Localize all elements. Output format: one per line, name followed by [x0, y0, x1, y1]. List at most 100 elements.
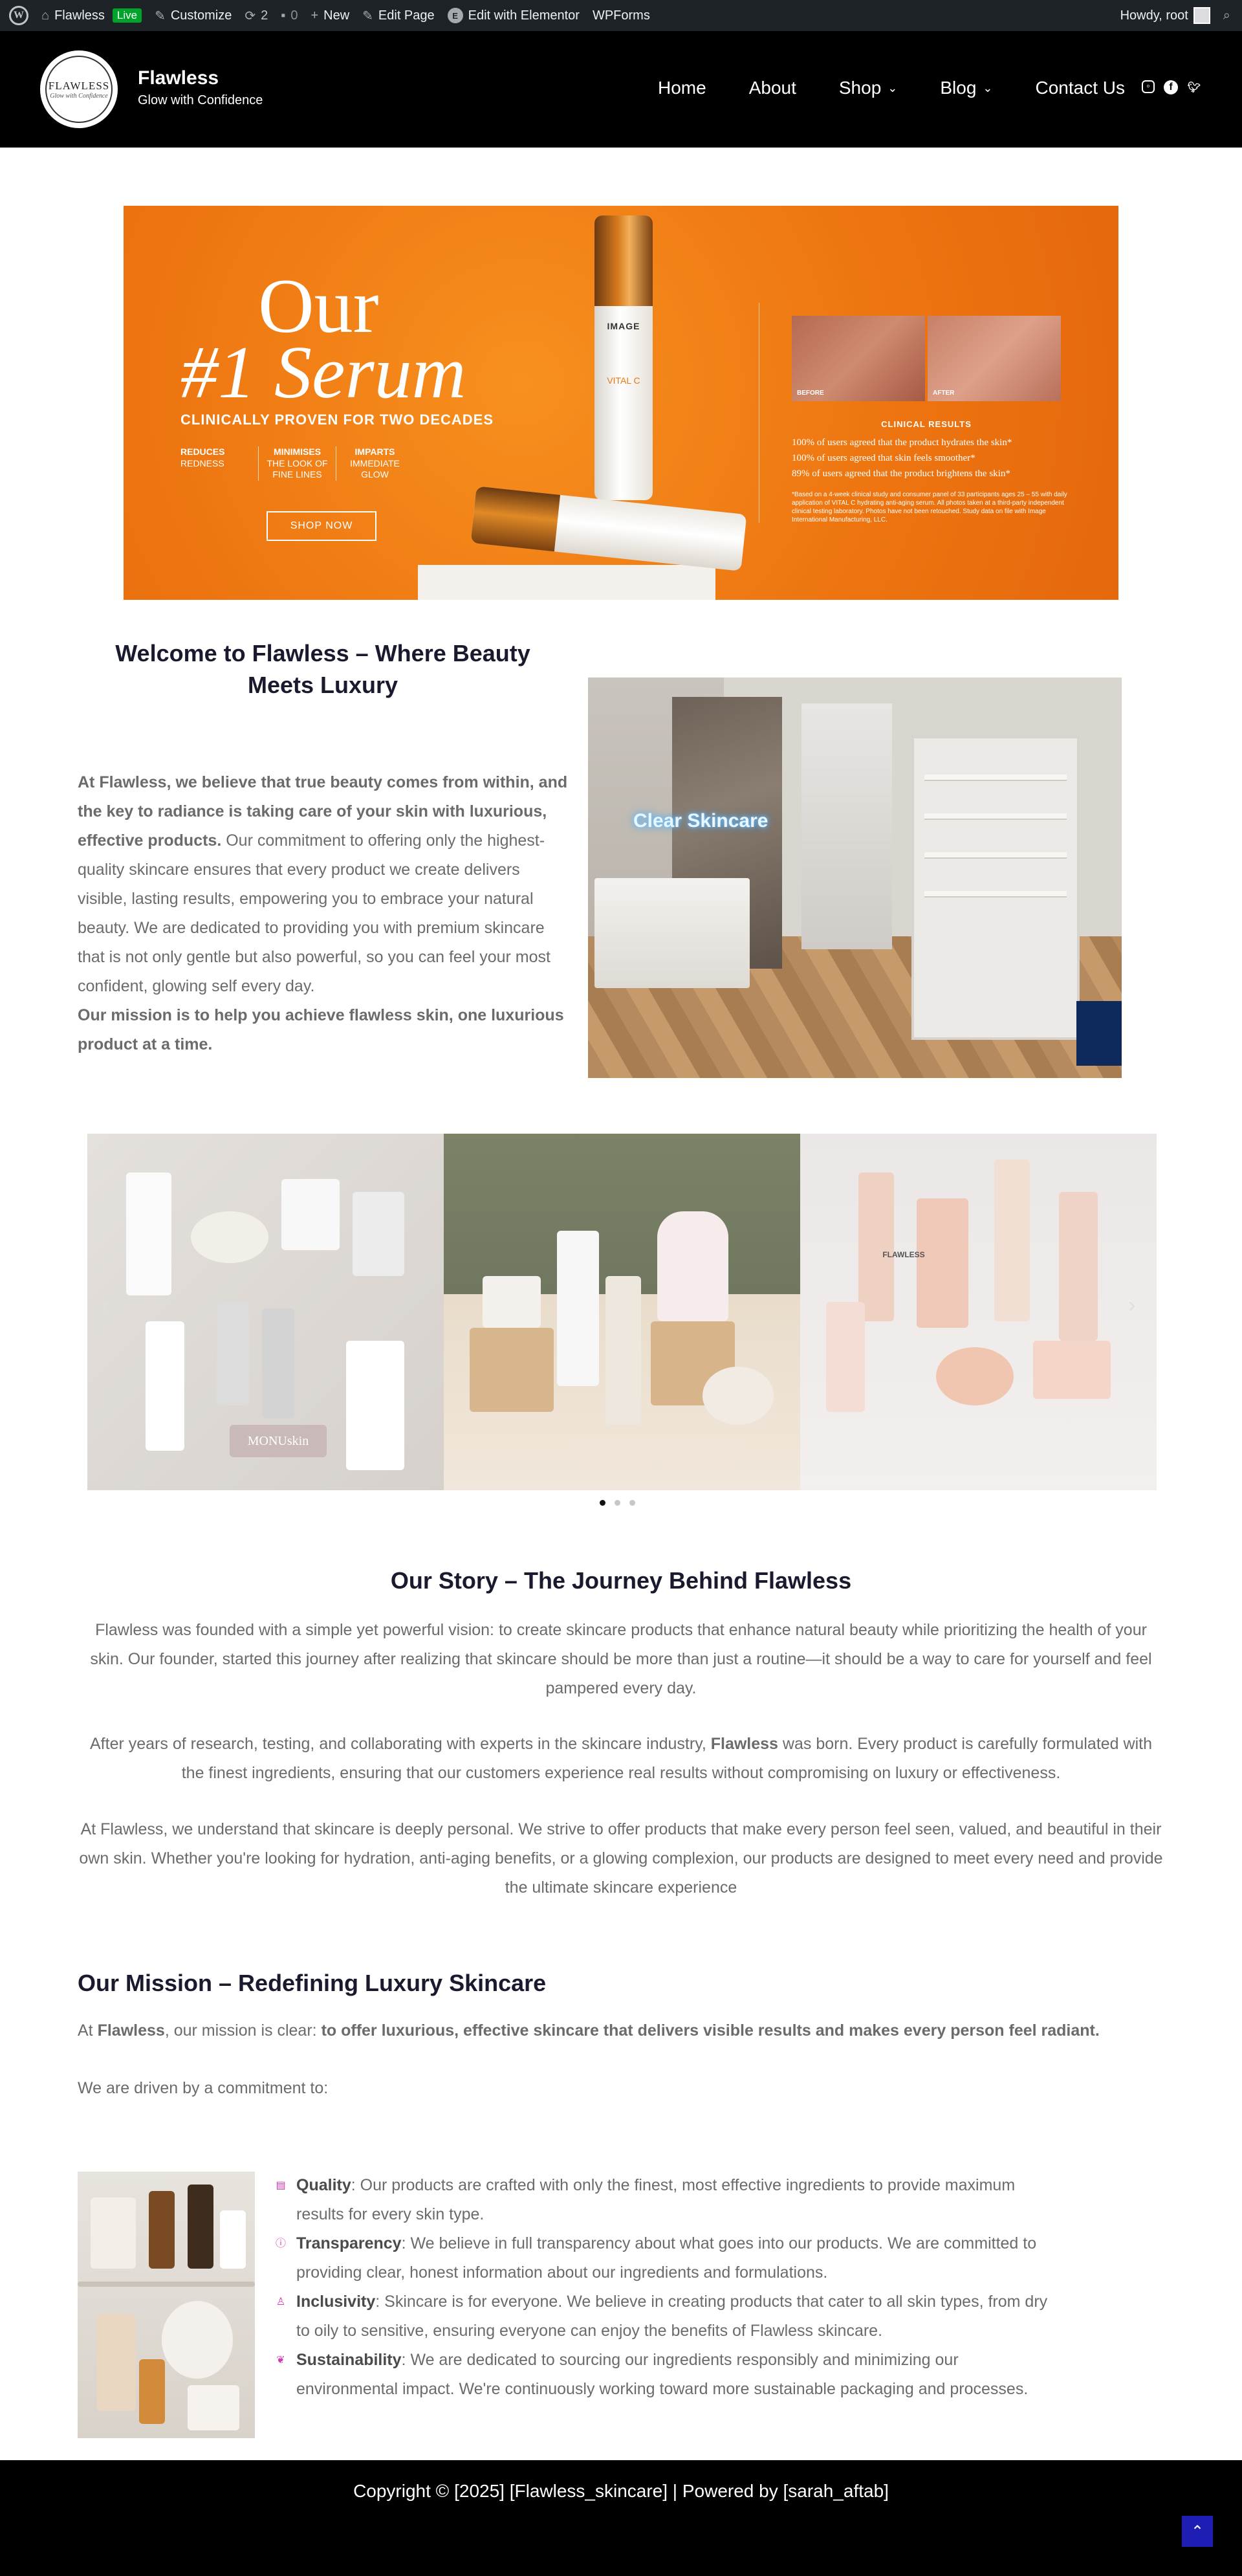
- site-footer: [0, 2460, 1242, 2576]
- nav-item-home[interactable]: Home: [658, 78, 706, 98]
- product-bottle: [262, 1308, 294, 1418]
- welcome-body: Our commitment to offering only the high…: [78, 831, 550, 995]
- clinical-line: 100% of users agreed that the product hy…: [792, 437, 1012, 448]
- admin-new[interactable]: + New: [304, 0, 356, 31]
- display-cabinet: [911, 736, 1080, 1040]
- welcome-title: Welcome to Flawless – Where Beauty Meets…: [115, 640, 530, 698]
- admin-customize[interactable]: ✎ Customize: [148, 0, 238, 31]
- live-badge: Live: [112, 8, 142, 23]
- mission-values-list: ▤ Quality: Our products are crafted with…: [275, 2171, 1051, 2404]
- carousel-dot[interactable]: [600, 1500, 605, 1506]
- product-jar: [281, 1179, 340, 1250]
- story-p2-before: After years of research, testing, and co…: [90, 1735, 711, 1753]
- benefit-item: MINIMISES THE LOOK OF FINE LINES: [258, 446, 336, 481]
- admin-bar: W ⌂ Flawless Live ✎ Customize ⟳ 2 ▪ 0 + …: [0, 0, 1242, 31]
- nav-item-shop[interactable]: Shop ⌄: [839, 78, 898, 98]
- admin-edit-elementor-label: Edit with Elementor: [468, 8, 580, 23]
- carousel-dot[interactable]: [615, 1500, 620, 1506]
- product-carousel[interactable]: MONUskin FLAWLESS: [87, 1134, 1157, 1490]
- benefit-body: REDNESS: [180, 457, 224, 468]
- clinical-line: 100% of users agreed that skin feels smo…: [792, 453, 975, 463]
- pedestal: [418, 565, 715, 600]
- list-item: ⓘ Transparency: We believe in full trans…: [275, 2229, 1051, 2287]
- hero-title-line2: #1 Serum: [180, 331, 466, 414]
- home-icon: ⌂: [41, 8, 50, 23]
- product-bottle: [346, 1341, 404, 1470]
- value-name: Quality: [296, 2176, 351, 2194]
- twitter-icon[interactable]: 🐦︎: [1187, 80, 1201, 94]
- social-icons: ◦ f 🐦︎: [1142, 80, 1201, 94]
- product-bottle: [657, 1211, 728, 1321]
- hero-subtitle: CLINICALLY PROVEN FOR TWO DECADES: [180, 412, 494, 428]
- product-bottle: [97, 2314, 136, 2411]
- logo-ring: FLAWLESS Glow with Confidence: [45, 56, 113, 123]
- product-box: [1033, 1341, 1111, 1399]
- after-photo: [928, 316, 1061, 401]
- nav-item-blog[interactable]: Blog ⌄: [940, 78, 992, 98]
- product-jar: [703, 1367, 774, 1425]
- product-bottle: [126, 1172, 171, 1295]
- carousel-dot[interactable]: [629, 1500, 635, 1506]
- skincare-shelf-image: [78, 2172, 255, 2438]
- updates-count: 2: [261, 8, 268, 23]
- site-header: FLAWLESS Glow with Confidence Flawless G…: [0, 31, 1242, 148]
- product-jar: [191, 1211, 268, 1263]
- candle-jar: [91, 2197, 136, 2269]
- wordpress-logo-menu[interactable]: W: [3, 0, 35, 31]
- bottle-product: VITAL C: [607, 375, 640, 386]
- nav-item-label: Blog: [940, 78, 977, 98]
- admin-edit-elementor[interactable]: E Edit with Elementor: [441, 0, 586, 31]
- admin-search[interactable]: ⌕: [1217, 0, 1237, 31]
- candle-jar: [162, 2301, 233, 2379]
- neon-sign: Clear Skincare: [633, 810, 768, 831]
- product-bottle: [217, 1302, 249, 1405]
- site-title[interactable]: Flawless: [138, 67, 219, 89]
- brand-label: FLAWLESS: [882, 1250, 925, 1259]
- dark-bottle: [188, 2185, 213, 2269]
- nav-item-contact[interactable]: Contact Us: [1036, 78, 1126, 98]
- reception-desk: [594, 878, 750, 988]
- comment-icon: ▪: [281, 8, 286, 23]
- before-photo: [792, 316, 925, 401]
- chair: [1076, 1001, 1122, 1066]
- benefit-item: REDUCES REDNESS: [180, 446, 258, 481]
- shop-now-button[interactable]: SHOP NOW: [267, 511, 376, 541]
- product-bottle: [139, 2359, 165, 2424]
- after-label: AFTER: [933, 390, 955, 397]
- chevron-down-icon: ⌄: [888, 81, 898, 94]
- admin-comments[interactable]: ▪ 0: [274, 0, 304, 31]
- admin-wpforms[interactable]: WPForms: [586, 0, 657, 31]
- admin-site-name[interactable]: ⌂ Flawless Live: [35, 0, 148, 31]
- carousel-prev-arrow[interactable]: ‹: [102, 1293, 109, 1318]
- admin-edit-page[interactable]: ✎ Edit Page: [356, 0, 441, 31]
- site-logo[interactable]: FLAWLESS Glow with Confidence: [40, 50, 118, 128]
- site-tagline: Glow with Confidence: [138, 93, 263, 107]
- benefit-head: IMPARTS: [354, 446, 395, 457]
- admin-updates[interactable]: ⟳ 2: [238, 0, 274, 31]
- shelf: [78, 2282, 255, 2287]
- search-icon: ⌕: [1223, 8, 1230, 23]
- admin-account[interactable]: Howdy, root: [1114, 0, 1217, 31]
- instagram-icon[interactable]: ◦: [1142, 80, 1155, 93]
- story-paragraph: At Flawless, we understand that skincare…: [79, 1820, 1163, 1897]
- welcome-text: At Flawless, we believe that true beauty…: [78, 768, 572, 1059]
- scroll-to-top-button[interactable]: ⌃: [1182, 2516, 1213, 2547]
- hero-banner[interactable]: Our #1 Serum CLINICALLY PROVEN FOR TWO D…: [124, 206, 1118, 600]
- carousel-next-arrow[interactable]: ›: [1128, 1293, 1135, 1318]
- wordpress-icon: W: [9, 6, 28, 25]
- elementor-icon: E: [447, 8, 463, 23]
- nav-item-about[interactable]: About: [749, 78, 796, 98]
- story-title: Our Story – The Journey Behind Flawless: [390, 1567, 852, 1594]
- product-bottle: [605, 1276, 641, 1425]
- story-p2-brand: Flawless: [710, 1735, 778, 1753]
- bottle-brand: IMAGE: [607, 321, 640, 331]
- value-name: Transparency: [296, 2234, 402, 2252]
- facebook-icon[interactable]: f: [1164, 80, 1178, 94]
- benefit-item: IMPARTS IMMEDIATE GLOW: [336, 446, 413, 481]
- before-label: BEFORE: [797, 390, 824, 397]
- paintbrush-icon: ✎: [155, 8, 166, 23]
- carousel-slide: FLAWLESS: [800, 1134, 1157, 1490]
- product-bottle: [353, 1192, 404, 1276]
- nav-item-label: Contact Us: [1035, 78, 1126, 98]
- benefit-body: IMMEDIATE GLOW: [350, 457, 400, 480]
